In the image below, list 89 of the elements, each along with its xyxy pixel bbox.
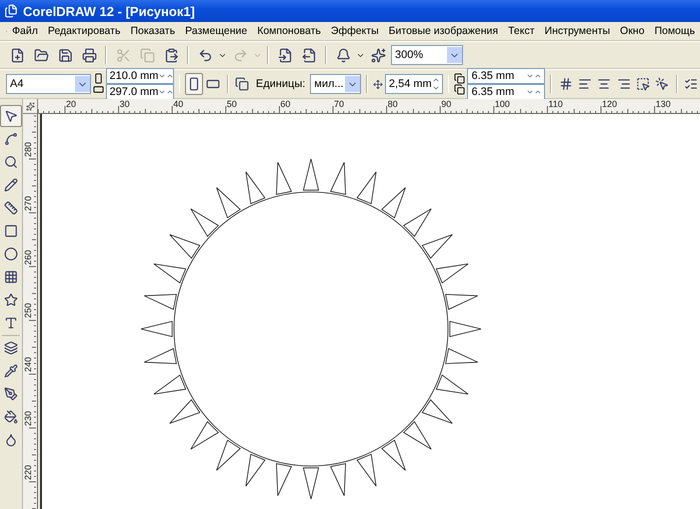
ruler-label: 220 <box>24 464 33 480</box>
ruler-label: 60 <box>280 100 290 109</box>
ruler-label: 40 <box>173 100 184 109</box>
align-right-icon <box>616 77 631 91</box>
spin-up-icon[interactable] <box>432 76 440 84</box>
width-field[interactable]: 210.0 mm <box>106 68 174 84</box>
circle-icon <box>4 247 18 261</box>
align-center-icon <box>597 77 612 91</box>
ruler-label: 30 <box>120 100 130 109</box>
duplicate-y-field[interactable]: 6.35 mm <box>467 84 546 100</box>
ruler-label: 100 <box>494 100 510 109</box>
menu-item[interactable]: Помощь <box>649 25 700 37</box>
new-file-icon <box>10 48 24 62</box>
menu-item[interactable]: Инструменты <box>540 25 616 37</box>
ruler-label: 70 <box>334 100 344 109</box>
star-icon <box>4 293 18 307</box>
units-label: Единицы: <box>256 78 306 90</box>
ruler-label: 270 <box>24 196 33 211</box>
ruler-corner[interactable] <box>23 99 38 114</box>
grid-icon <box>4 270 18 284</box>
paint-bucket-icon <box>4 410 18 424</box>
ruler-icon <box>4 201 18 215</box>
selection-icon <box>636 77 650 91</box>
portrait-button[interactable] <box>185 73 203 95</box>
units-dropdown[interactable]: мил... <box>310 74 362 94</box>
menu-item[interactable]: Показать <box>125 25 180 37</box>
grid-icon <box>558 77 573 91</box>
redo-icon <box>232 48 248 62</box>
ruler-label: 260 <box>24 250 33 265</box>
pointer-icon <box>4 109 18 123</box>
ruler-label: 280 <box>24 142 33 157</box>
menu-item[interactable]: Размещение <box>180 25 252 37</box>
page-size-dropdown[interactable]: A4 <box>6 74 91 94</box>
menu-item[interactable]: Файл <box>7 25 43 37</box>
folder-icon <box>34 48 48 62</box>
align-left-icon <box>578 77 592 91</box>
pen-nib-icon <box>4 387 18 401</box>
duplicate-x-icon <box>454 73 466 84</box>
bell-icon <box>336 48 350 62</box>
app-icon <box>4 4 18 18</box>
paste-icon <box>164 48 178 62</box>
ruler-label: 90 <box>441 100 452 109</box>
height-icon <box>92 84 104 95</box>
undo-icon <box>198 48 212 62</box>
ruler-label: 230 <box>24 410 33 426</box>
ruler-label: 250 <box>24 303 33 318</box>
window-title: CorelDRAW 12 - [Рисунок1] <box>23 4 195 18</box>
pointer-tool[interactable] <box>0 105 22 127</box>
import-icon <box>278 48 292 62</box>
menu-item[interactable]: Компоновать <box>252 25 326 37</box>
menu-item[interactable]: Эффекты <box>326 25 384 37</box>
duplicate-y-icon <box>454 84 466 95</box>
width-icon <box>92 73 104 84</box>
origin-icon <box>26 102 34 110</box>
layers-icon <box>4 341 18 355</box>
save-icon <box>58 48 72 62</box>
duplicate-x-field[interactable]: 6.35 mm <box>467 68 546 84</box>
letter-icon <box>4 316 18 330</box>
export-icon <box>302 48 316 62</box>
zoom-dropdown[interactable]: 300% <box>391 45 463 65</box>
menu-item[interactable]: Редактировать <box>42 25 126 37</box>
sparkle-icon <box>370 48 386 62</box>
menu-item[interactable]: Текст <box>503 25 540 37</box>
square-icon <box>4 224 18 238</box>
ruler-label: 20 <box>66 100 76 109</box>
ruler-label: 80 <box>388 100 398 109</box>
ruler-label: 50 <box>226 100 237 109</box>
pages-icon <box>235 77 250 91</box>
pipette-icon <box>4 364 18 378</box>
menu-item[interactable]: Битовые изображения <box>384 25 504 37</box>
menu-item[interactable]: Окно <box>615 25 650 37</box>
ruler-label: 130 <box>656 100 671 109</box>
curve-icon <box>4 132 18 146</box>
droplet-icon <box>4 433 18 447</box>
height-field[interactable]: 297.0 mm <box>106 84 174 100</box>
scissors-icon <box>116 48 130 62</box>
printer-icon <box>82 48 96 62</box>
copy-icon <box>140 48 154 62</box>
nudge-field[interactable]: 2,54 mm <box>384 74 443 94</box>
ruler-label: 240 <box>24 357 33 372</box>
spin-down-icon[interactable] <box>432 84 440 92</box>
pointer-icon <box>655 77 670 91</box>
list-icon <box>684 77 698 91</box>
ruler-label: 120 <box>602 100 618 109</box>
landscape-icon <box>206 77 220 91</box>
ruler-label: 110 <box>548 100 563 109</box>
nudge-icon <box>372 78 383 90</box>
pencil-icon <box>4 178 18 192</box>
search-icon <box>4 155 18 169</box>
